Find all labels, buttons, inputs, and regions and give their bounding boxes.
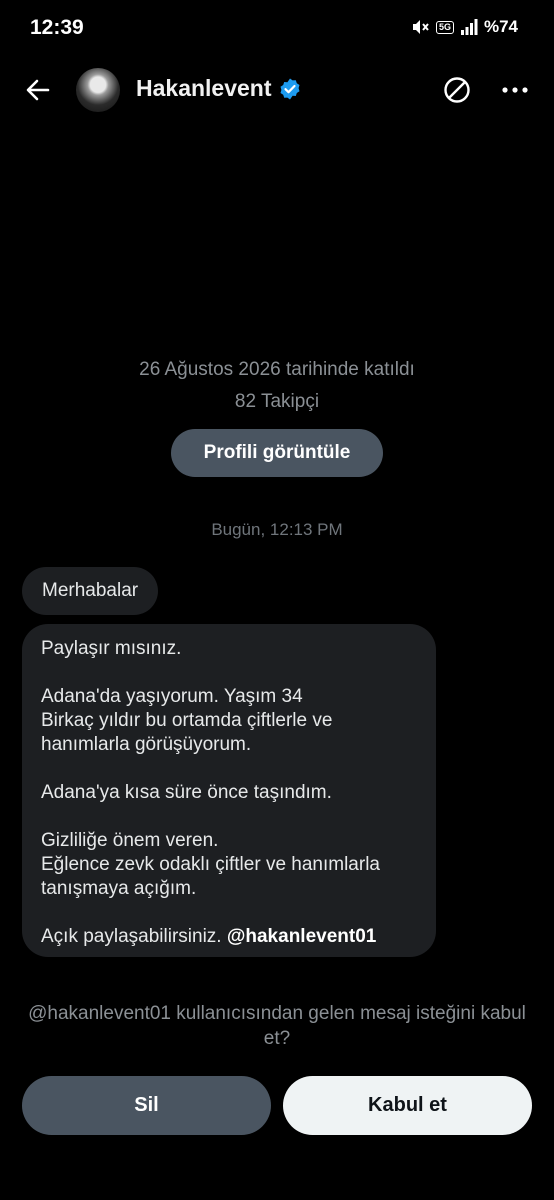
- back-arrow-icon: [26, 79, 50, 101]
- profile-info: 26 Ağustos 2026 tarihinde katıldı 82 Tak…: [0, 354, 554, 418]
- message-line: Paylaşır mısınız.: [41, 638, 182, 659]
- block-button[interactable]: [442, 75, 472, 105]
- status-time: 12:39: [30, 16, 84, 39]
- message-request-prompt: @hakanlevent01 kullanıcısından gelen mes…: [28, 1003, 526, 1049]
- message-bubble[interactable]: Merhabalar: [22, 567, 159, 615]
- message-line: Eğlence zevk odaklı çiftler ve hanımlarl…: [41, 854, 380, 875]
- mute-icon: [410, 17, 430, 37]
- message-text: Merhabalar: [42, 580, 139, 601]
- user-name: Hakanlevent: [136, 75, 272, 101]
- message-line: [41, 757, 417, 781]
- battery-level: %74: [483, 17, 518, 36]
- status-bar: 12:39 5G %74: [0, 0, 554, 56]
- signal-icon: [460, 18, 478, 36]
- accept-button[interactable]: Kabul et: [283, 1076, 532, 1135]
- message-line: hanımlarla görüşüyorum.: [41, 734, 252, 755]
- follower-count: 82 Takipçi: [234, 391, 320, 412]
- block-icon: [444, 77, 470, 103]
- message-line: [41, 661, 417, 685]
- message-line: Adana'da yaşıyorum. Yaşım 34: [41, 686, 303, 707]
- more-options-button[interactable]: [500, 76, 530, 104]
- message-text: Açık paylaşabilirsiniz.: [41, 926, 222, 947]
- conversation-header: Hakanlevent: [0, 62, 554, 118]
- mention-link[interactable]: @hakanlevent01: [227, 926, 377, 947]
- message-line: [41, 805, 417, 829]
- message-line: tanışmaya açığım.: [41, 878, 197, 899]
- avatar[interactable]: [76, 68, 120, 112]
- back-button[interactable]: [22, 74, 54, 106]
- status-icons: 5G %74: [410, 17, 518, 37]
- message-line: Birkaç yıldır bu ortamda çiftlerle ve: [41, 710, 333, 731]
- view-profile-button[interactable]: Profili görüntüle: [171, 429, 383, 477]
- verified-badge-icon: [280, 78, 300, 99]
- message-line: Adana'ya kısa süre önce taşındım.: [41, 782, 332, 803]
- more-icon: [502, 87, 528, 93]
- message-timestamp: Bugün, 12:13 PM: [211, 520, 343, 539]
- message-last-line: Açık paylaşabilirsiniz. @hakanlevent01: [41, 925, 417, 949]
- joined-date: 26 Ağustos 2026 tarihinde katıldı: [139, 359, 415, 380]
- message-bubble[interactable]: Paylaşır mısınız. Adana'da yaşıyorum. Ya…: [22, 624, 436, 957]
- message-line: [41, 901, 417, 925]
- message-line: Gizliliğe önem veren.: [41, 830, 219, 851]
- delete-button[interactable]: Sil: [22, 1076, 271, 1135]
- network-type: 5G: [435, 20, 454, 34]
- header-user[interactable]: Hakanlevent: [136, 75, 302, 102]
